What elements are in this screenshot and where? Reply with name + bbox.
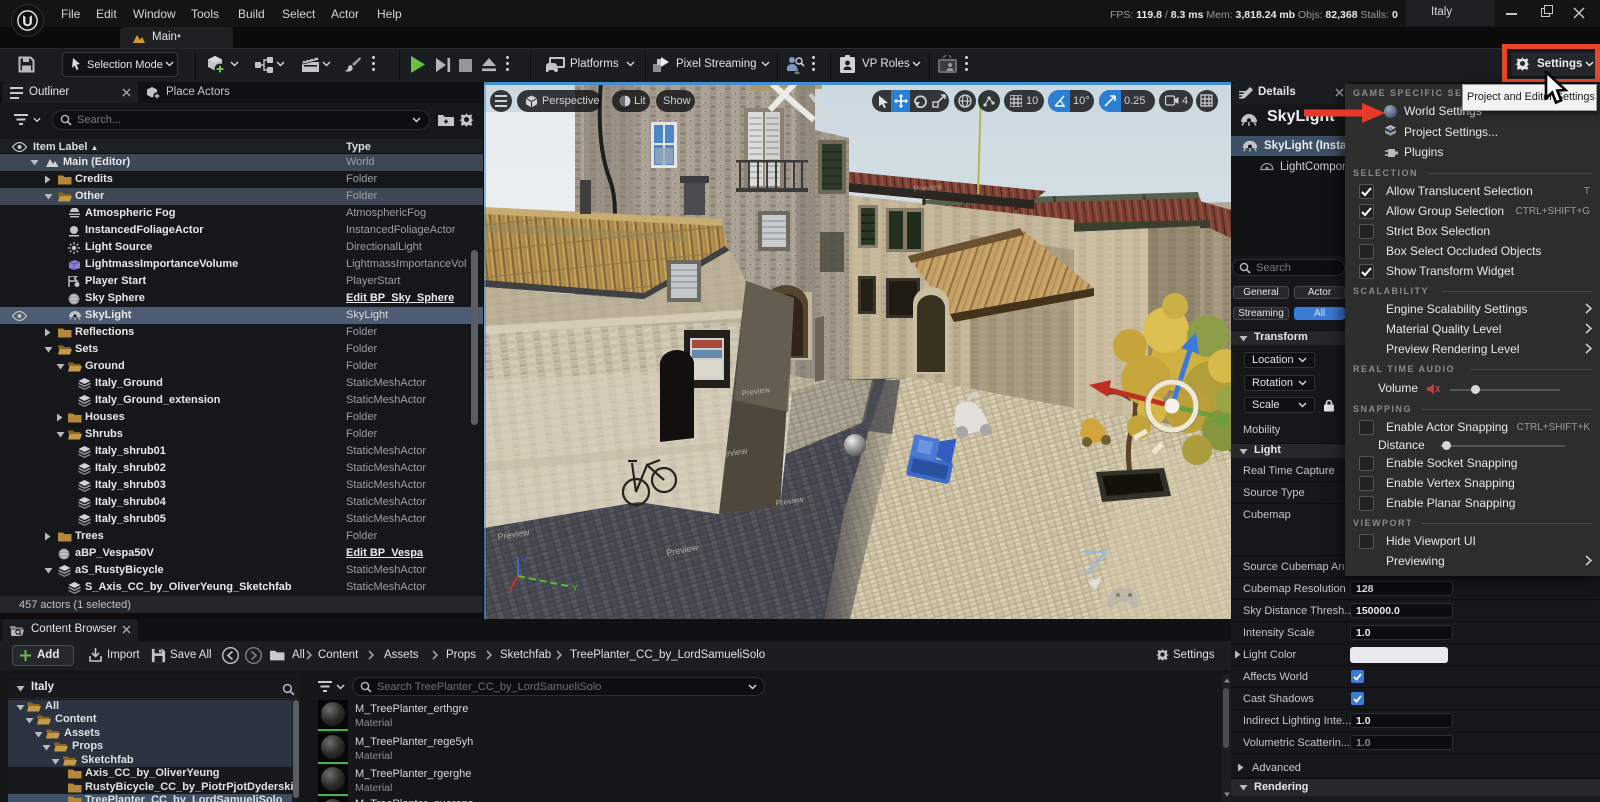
svg-text:Y: Y bbox=[572, 583, 578, 593]
svg-text:Z: Z bbox=[524, 555, 529, 564]
